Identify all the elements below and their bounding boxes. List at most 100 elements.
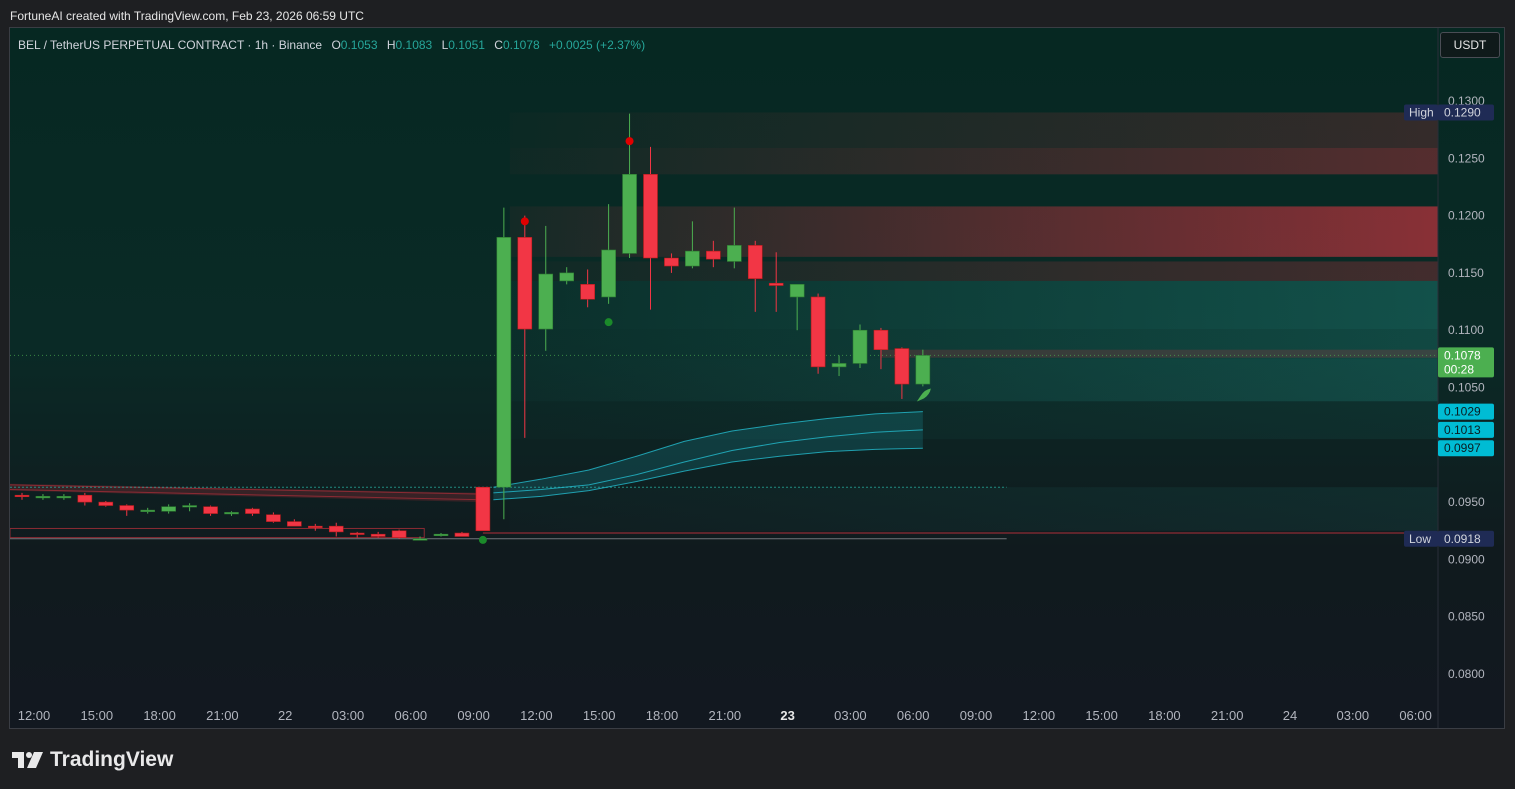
band-lower-value: 0.0997 (1444, 441, 1481, 455)
x-tick-label: 12:00 (520, 708, 553, 723)
y-tick-label: 0.1100 (1448, 323, 1484, 337)
candle-body[interactable] (119, 505, 135, 511)
support-zone (509, 280, 1439, 330)
y-tick-label: 0.1150 (1448, 266, 1484, 280)
band-middle-value: 0.1013 (1444, 423, 1481, 437)
bar-countdown: 00:28 (1444, 362, 1474, 376)
candle-body[interactable] (706, 250, 721, 260)
currency-button[interactable]: USDT (1440, 32, 1500, 58)
candle-body[interactable] (287, 521, 302, 527)
y-tick-label: 0.0800 (1448, 667, 1485, 681)
candle-body[interactable] (161, 506, 176, 512)
close-label: C (494, 38, 503, 52)
x-tick-label: 18:00 (143, 708, 176, 723)
resistance-zone (509, 147, 1439, 175)
x-tick-label: 22 (278, 708, 292, 723)
y-tick-label: 0.0850 (1448, 610, 1485, 624)
band-upper-value: 0.1029 (1444, 405, 1481, 419)
candle-body[interactable] (894, 348, 910, 385)
high-label: H (386, 38, 396, 52)
attribution-text: FortuneAI created with TradingView.com, … (10, 9, 364, 23)
candle-body[interactable] (810, 296, 826, 368)
candle-body[interactable] (622, 174, 637, 254)
candle-body[interactable] (685, 250, 700, 267)
candle-body[interactable] (14, 494, 30, 498)
x-tick-label: 03:00 (834, 708, 867, 723)
candle-body[interactable] (601, 249, 616, 298)
last-price-value: 0.1078 (1444, 348, 1481, 362)
candle-body[interactable] (35, 496, 51, 499)
candle-body[interactable] (873, 329, 889, 350)
sell-signal-dot (520, 217, 529, 226)
x-tick-label: 09:00 (960, 708, 993, 723)
low-value: 0.1051 (448, 38, 485, 52)
candle-body[interactable] (454, 532, 470, 537)
candle-body[interactable] (140, 509, 155, 512)
y-tick-label: 0.1250 (1448, 151, 1485, 165)
candle-body[interactable] (664, 257, 679, 267)
support-zone (509, 329, 1439, 440)
candle-body[interactable] (789, 284, 805, 298)
close-value: 0.1078 (502, 38, 540, 52)
x-tick-label: 24 (1283, 708, 1297, 723)
x-tick-label: 09:00 (457, 708, 490, 723)
x-tick-label: 21:00 (709, 708, 742, 723)
candle-body[interactable] (77, 494, 93, 503)
resistance-zone (509, 261, 1439, 281)
candle-body[interactable] (182, 505, 197, 508)
y-tick-label: 0.1050 (1448, 381, 1485, 395)
candle-body[interactable] (768, 282, 784, 286)
low-value: 0.0918 (1444, 532, 1481, 546)
candle-body[interactable] (643, 174, 658, 259)
candle-body[interactable] (580, 284, 595, 300)
candle-body[interactable] (266, 514, 281, 522)
x-tick-label: 06:00 (395, 708, 428, 723)
x-tick-label: 15:00 (583, 708, 616, 723)
candle-body[interactable] (433, 533, 449, 536)
candle-body[interactable] (203, 506, 218, 514)
candle-body[interactable] (517, 237, 533, 330)
resistance-zone (880, 349, 1438, 358)
x-tick-label: 18:00 (1148, 708, 1181, 723)
candle-body[interactable] (370, 533, 386, 537)
candle-body[interactable] (328, 525, 344, 533)
candle-body[interactable] (98, 501, 114, 506)
buy-signal-dot (604, 318, 613, 327)
candle-body[interactable] (538, 273, 554, 330)
candle-body[interactable] (391, 530, 407, 538)
candle-body[interactable] (831, 363, 847, 368)
open-label: O (331, 38, 341, 52)
high-word: High (1409, 105, 1434, 119)
candle-body[interactable] (559, 272, 575, 282)
symbol-title[interactable]: BEL / TetherUS PERPETUAL CONTRACT · 1h ·… (18, 38, 322, 52)
y-tick-label: 0.0900 (1448, 552, 1485, 566)
candle-body[interactable] (412, 538, 428, 541)
candle-body[interactable] (307, 525, 323, 528)
x-tick-label: 21:00 (1211, 708, 1244, 723)
buy-signal-dot (478, 535, 487, 544)
candle-body[interactable] (224, 512, 239, 515)
support-zone (509, 487, 1439, 531)
x-tick-label: 06:00 (1399, 708, 1432, 723)
tradingview-logo-icon (12, 752, 43, 768)
price-chart[interactable]: 0.13000.12500.12000.11500.11000.10500.09… (10, 28, 1505, 729)
x-tick-label: 18:00 (646, 708, 679, 723)
candle-body[interactable] (56, 496, 72, 499)
candle-body[interactable] (915, 355, 931, 385)
x-tick-label: 12:00 (1023, 708, 1056, 723)
x-tick-label: 15:00 (81, 708, 114, 723)
candle-body[interactable] (726, 245, 742, 262)
candle-body[interactable] (496, 237, 512, 488)
candle-body[interactable] (245, 508, 260, 514)
x-tick-label: 15:00 (1085, 708, 1118, 723)
candle-body[interactable] (852, 329, 868, 364)
candle-body[interactable] (747, 245, 763, 279)
brand-name: TradingView (50, 748, 174, 771)
chart-pane[interactable]: 0.1300 0.1250 0.1200 0.1150 0.1100 0.1050 0.09… (9, 27, 1505, 729)
x-tick-label: 23 (780, 708, 794, 723)
candle-body[interactable] (475, 486, 491, 532)
tradingview-brand[interactable]: TradingView (12, 748, 173, 772)
candle-body[interactable] (349, 532, 365, 535)
open-value: 0.1053 (340, 38, 378, 52)
symbol-legend: BEL / TetherUS PERPETUAL CONTRACT · 1h ·… (18, 38, 645, 52)
